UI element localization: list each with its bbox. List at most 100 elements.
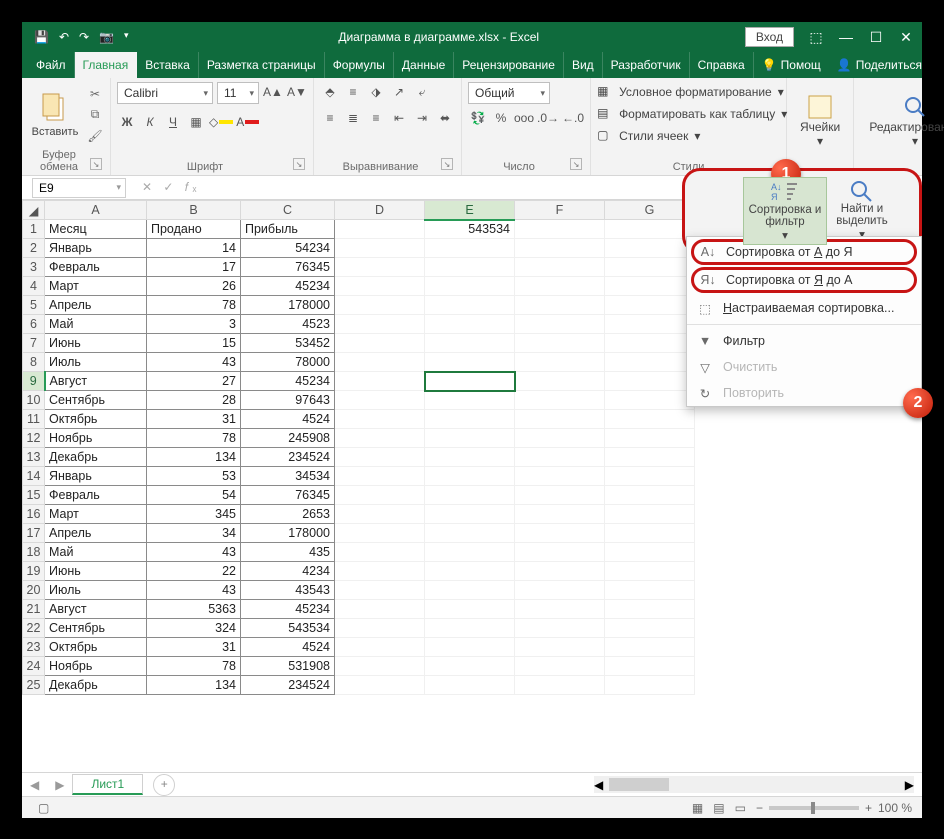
custom-sort-item[interactable]: ⬚Настраиваемая сортировка...	[687, 295, 921, 321]
sheet-tab[interactable]: Лист1	[72, 774, 143, 795]
tab-developer[interactable]: Разработчик	[603, 52, 690, 78]
font-dialog-launcher[interactable]: ↘	[293, 158, 305, 170]
number-dialog-launcher[interactable]: ↘	[570, 158, 582, 170]
paste-button[interactable]: Вставить	[28, 82, 82, 147]
borders-button[interactable]: ▦	[186, 112, 206, 132]
row-header-11[interactable]: 11	[23, 410, 45, 429]
row-header-3[interactable]: 3	[23, 258, 45, 277]
zoom-in-icon[interactable]: +	[865, 801, 872, 815]
decrease-font-icon[interactable]: A▼	[287, 82, 307, 102]
select-all-cell[interactable]: ◢	[23, 201, 45, 220]
qat-more-icon[interactable]: ▾	[124, 30, 129, 44]
merge-cells-icon[interactable]: ⬌	[435, 108, 455, 128]
tab-insert[interactable]: Вставка	[137, 52, 199, 78]
fx-buttons[interactable]: ✕ ✓ 𝑓ₓ	[136, 180, 206, 195]
copy-icon[interactable]: ⧉	[86, 106, 104, 124]
row-header-16[interactable]: 16	[23, 505, 45, 524]
tab-data[interactable]: Данные	[394, 52, 454, 78]
col-header-A[interactable]: A	[45, 201, 147, 220]
editing-button[interactable]: Редактирование ▾	[860, 82, 944, 159]
row-header-19[interactable]: 19	[23, 562, 45, 581]
row-header-1[interactable]: 1	[23, 220, 45, 239]
zoom-control[interactable]: − + 100 %	[756, 801, 912, 815]
clipboard-dialog-launcher[interactable]: ↘	[90, 158, 102, 170]
row-header-5[interactable]: 5	[23, 296, 45, 315]
name-box[interactable]: E9	[32, 178, 126, 198]
wrap-text-icon[interactable]: ⤶	[412, 82, 432, 102]
italic-button[interactable]: К	[140, 112, 160, 132]
row-header-10[interactable]: 10	[23, 391, 45, 410]
number-format-combo[interactable]: Общий	[468, 82, 550, 104]
tab-formulas[interactable]: Формулы	[325, 52, 394, 78]
align-center-icon[interactable]: ≣	[343, 108, 363, 128]
zoom-out-icon[interactable]: −	[756, 801, 763, 815]
font-color-button[interactable]: A	[236, 112, 259, 132]
percent-format-icon[interactable]: %	[491, 108, 511, 128]
col-header-E[interactable]: E	[425, 201, 515, 220]
row-header-14[interactable]: 14	[23, 467, 45, 486]
decrease-indent-icon[interactable]: ⇤	[389, 108, 409, 128]
col-header-F[interactable]: F	[515, 201, 605, 220]
close-icon[interactable]: ✕	[898, 29, 914, 46]
comma-format-icon[interactable]: ooo	[514, 108, 534, 128]
align-middle-icon[interactable]: ≡	[343, 82, 363, 102]
sign-in-button[interactable]: Вход	[745, 27, 794, 47]
share-button[interactable]: 👤Поделиться	[829, 52, 930, 78]
undo-icon[interactable]: ↶	[59, 30, 69, 44]
row-header-4[interactable]: 4	[23, 277, 45, 296]
redo-icon[interactable]: ↷	[79, 30, 89, 44]
ribbon-options-icon[interactable]: ⬚	[808, 29, 824, 46]
row-header-20[interactable]: 20	[23, 581, 45, 600]
align-right-icon[interactable]: ≡	[366, 108, 386, 128]
col-header-D[interactable]: D	[335, 201, 425, 220]
sheet-nav-prev-icon[interactable]: ◀	[22, 778, 47, 792]
add-sheet-button[interactable]: +	[153, 774, 175, 796]
row-header-7[interactable]: 7	[23, 334, 45, 353]
row-header-6[interactable]: 6	[23, 315, 45, 334]
decrease-decimal-icon[interactable]: ←.0	[562, 108, 584, 128]
orientation-icon[interactable]: ↗	[389, 82, 409, 102]
underline-button[interactable]: Ч	[163, 112, 183, 132]
col-header-G[interactable]: G	[605, 201, 695, 220]
tab-page-layout[interactable]: Разметка страницы	[199, 52, 325, 78]
view-layout-icon[interactable]: ▤	[713, 801, 724, 815]
row-header-22[interactable]: 22	[23, 619, 45, 638]
row-header-9[interactable]: 9	[23, 372, 45, 391]
format-painter-icon[interactable]: 🖌	[86, 127, 104, 145]
tab-home[interactable]: Главная	[75, 52, 138, 78]
row-header-13[interactable]: 13	[23, 448, 45, 467]
align-bottom-icon[interactable]: ⬗	[366, 82, 386, 102]
horizontal-scrollbar[interactable]: ◀▶	[594, 776, 914, 793]
find-select-button[interactable]: Найти и выделить ▾	[827, 177, 897, 245]
camera-icon[interactable]: 📷	[99, 30, 114, 44]
row-header-8[interactable]: 8	[23, 353, 45, 372]
accounting-format-icon[interactable]: 💱	[468, 108, 488, 128]
cells-button[interactable]: Ячейки ▾	[793, 82, 847, 159]
tab-file[interactable]: Файл	[22, 52, 75, 78]
minimize-icon[interactable]: —	[838, 29, 854, 45]
row-header-24[interactable]: 24	[23, 657, 45, 676]
col-header-C[interactable]: C	[241, 201, 335, 220]
font-size-combo[interactable]: 11	[217, 82, 259, 104]
tab-help[interactable]: Справка	[690, 52, 754, 78]
sort-filter-button[interactable]: А↓Я Сортировка и фильтр ▾	[743, 177, 827, 245]
filter-item[interactable]: ▼Фильтр	[687, 328, 921, 354]
row-header-23[interactable]: 23	[23, 638, 45, 657]
view-pagebreak-icon[interactable]: ▭	[735, 801, 746, 815]
fill-color-button[interactable]: ◇	[209, 112, 233, 132]
row-header-12[interactable]: 12	[23, 429, 45, 448]
align-top-icon[interactable]: ⬘	[320, 82, 340, 102]
format-as-table-button[interactable]: ▤Форматировать как таблицу ▾	[597, 104, 787, 124]
bold-button[interactable]: Ж	[117, 112, 137, 132]
save-icon[interactable]: 💾	[34, 30, 49, 44]
row-header-21[interactable]: 21	[23, 600, 45, 619]
increase-indent-icon[interactable]: ⇥	[412, 108, 432, 128]
cut-icon[interactable]: ✂	[86, 85, 104, 103]
row-header-18[interactable]: 18	[23, 543, 45, 562]
record-macro-icon[interactable]: ▢	[38, 801, 49, 815]
tell-me[interactable]: 💡Помощ	[754, 52, 829, 78]
sheet-nav-next-icon[interactable]: ▶	[47, 778, 72, 792]
row-header-15[interactable]: 15	[23, 486, 45, 505]
row-header-17[interactable]: 17	[23, 524, 45, 543]
view-normal-icon[interactable]: ▦	[692, 801, 703, 815]
